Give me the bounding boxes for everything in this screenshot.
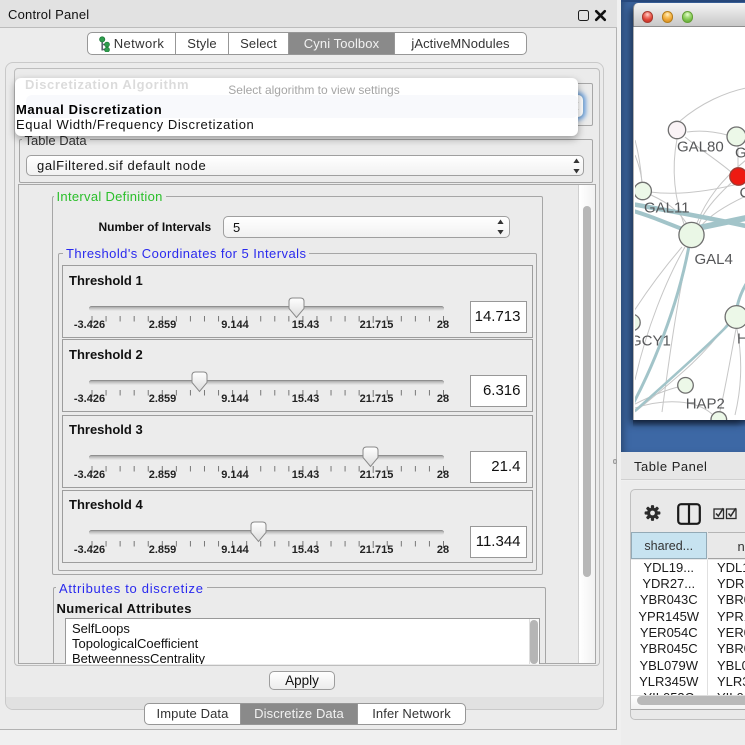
svg-text:CD: CD xyxy=(740,185,745,202)
svg-text:GCY1: GCY1 xyxy=(635,333,671,350)
svg-text:HI: HI xyxy=(737,331,745,348)
svg-text:HAP2: HAP2 xyxy=(686,396,725,413)
svg-text:GA: GA xyxy=(735,145,745,162)
svg-text:GAL11: GAL11 xyxy=(644,200,690,217)
svg-text:GAL4: GAL4 xyxy=(695,251,733,268)
svg-text:GAL80: GAL80 xyxy=(677,139,724,156)
